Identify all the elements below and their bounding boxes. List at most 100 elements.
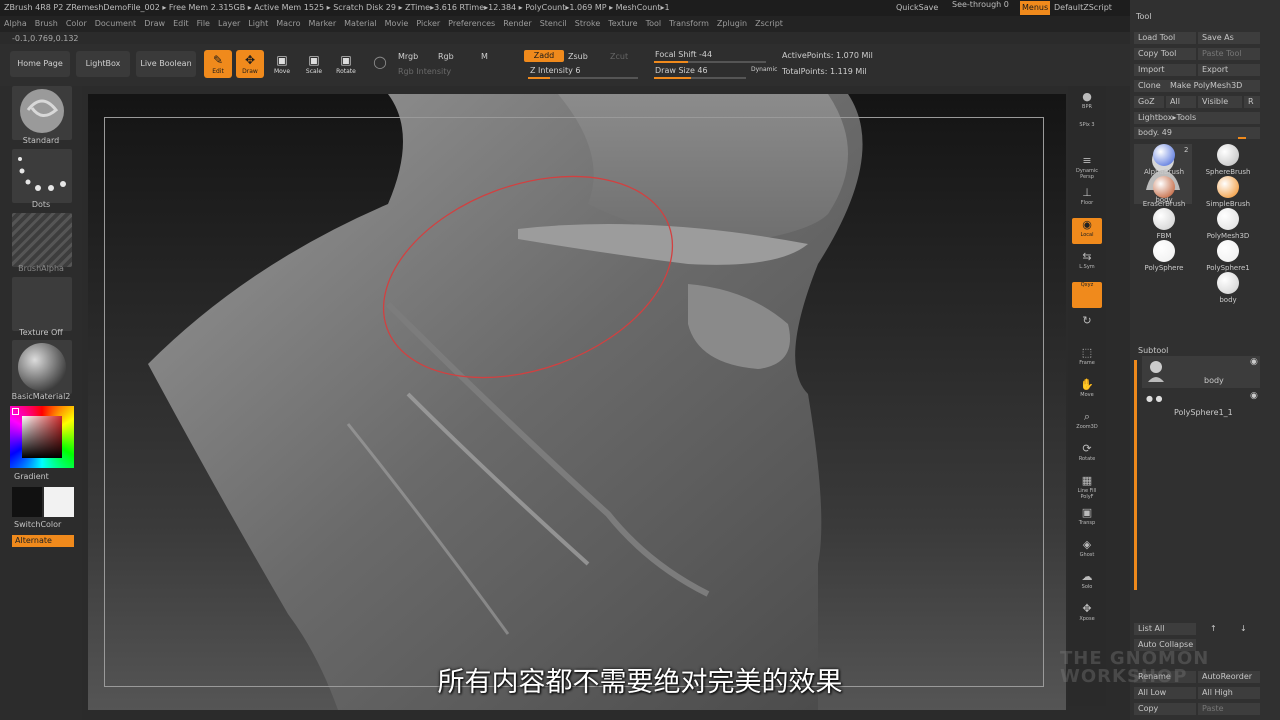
lightbox-tools-button[interactable]: Lightbox▸Tools	[1134, 112, 1260, 124]
menu-stencil[interactable]: Stencil	[540, 16, 567, 32]
make-polymesh-button[interactable]: Make PolyMesh3D	[1166, 80, 1260, 92]
paste-button[interactable]: Paste	[1198, 703, 1260, 715]
draw-size-track[interactable]	[654, 77, 746, 79]
view-button-12[interactable]: ▦ Line Fill PolyF	[1072, 474, 1102, 500]
view-button-10[interactable]: ⌕ Zoom3D	[1072, 410, 1102, 436]
zcut-button[interactable]: Zcut	[610, 52, 628, 61]
copy-tool-button[interactable]: Copy Tool	[1134, 48, 1196, 60]
view-button-1[interactable]: SPix 3	[1072, 122, 1102, 148]
menu-tool[interactable]: Tool	[646, 16, 662, 32]
focal-shift-slider[interactable]: Focal Shift -44	[655, 50, 712, 59]
save-as-button[interactable]: Save As	[1198, 32, 1260, 44]
visible-button[interactable]: Visible	[1198, 96, 1242, 108]
zsub-button[interactable]: Zsub	[568, 52, 588, 61]
quicksave-button[interactable]: QuickSave	[896, 0, 938, 16]
all-high-button[interactable]: All High	[1198, 687, 1260, 699]
menu-alpha[interactable]: Alpha	[4, 16, 27, 32]
material-thumb[interactable]	[12, 340, 72, 394]
import-button[interactable]: Import	[1134, 64, 1196, 76]
live-boolean-button[interactable]: Live Boolean	[136, 51, 196, 77]
z-intensity-slider[interactable]: Z Intensity 6	[530, 66, 580, 75]
mrgb-button[interactable]: Mrgb	[398, 52, 418, 61]
view-button-8[interactable]: ⬚ Frame	[1072, 346, 1102, 372]
switch-color-button[interactable]: SwitchColor	[14, 520, 96, 529]
view-button-7[interactable]: ↻	[1072, 314, 1102, 340]
menu-zscript[interactable]: Zscript	[755, 16, 783, 32]
default-zscript-button[interactable]: DefaultZScript	[1054, 0, 1112, 16]
scale-button[interactable]: ▣ Scale	[300, 50, 328, 78]
main-color-swatch[interactable]	[44, 487, 74, 517]
arrow-down-icon[interactable]: ↓	[1240, 624, 1247, 633]
seethrough-slider[interactable]: See-through 0	[952, 0, 1009, 13]
view-button-11[interactable]: ⟳ Rotate	[1072, 442, 1102, 468]
menu-texture[interactable]: Texture	[608, 16, 637, 32]
view-button-5[interactable]: ⇆ L.Sym	[1072, 250, 1102, 276]
clone-button[interactable]: Clone	[1134, 80, 1166, 92]
list-all-button[interactable]: List All	[1134, 623, 1196, 635]
copy-button[interactable]: Copy	[1134, 703, 1196, 715]
menu-macro[interactable]: Macro	[276, 16, 300, 32]
rotate-button[interactable]: ▣ Rotate	[332, 50, 360, 78]
menu-zplugin[interactable]: Zplugin	[717, 16, 747, 32]
zadd-button[interactable]: Zadd	[524, 50, 564, 62]
menu-brush[interactable]: Brush	[35, 16, 58, 32]
dynamic-button[interactable]: Dynamic	[751, 66, 777, 73]
menu-document[interactable]: Document	[95, 16, 136, 32]
menu-edit[interactable]: Edit	[173, 16, 189, 32]
menu-draw[interactable]: Draw	[144, 16, 165, 32]
tool-item-polysphere1[interactable]: PolySphere1	[1198, 240, 1258, 272]
menu-picker[interactable]: Picker	[416, 16, 440, 32]
menu-render[interactable]: Render	[503, 16, 531, 32]
m-button[interactable]: M	[481, 52, 488, 61]
menu-material[interactable]: Material	[344, 16, 377, 32]
standard-brush-thumb[interactable]	[12, 86, 72, 140]
view-button-0[interactable]: ● BPR	[1072, 90, 1102, 116]
tool-item-body[interactable]: body	[1198, 272, 1258, 304]
tool-item-fbm[interactable]: FBM	[1134, 208, 1194, 240]
tool-item-polymesh3d[interactable]: PolyMesh3D	[1198, 208, 1258, 240]
sphere-icon[interactable]: ○	[366, 52, 394, 80]
lightbox-button[interactable]: LightBox	[76, 51, 130, 77]
texture-thumb[interactable]	[12, 277, 72, 331]
view-button-13[interactable]: ▣ Transp	[1072, 506, 1102, 532]
subtool-header[interactable]: Subtool	[1138, 346, 1168, 355]
view-button-2[interactable]: ≡ Dynamic Persp	[1072, 154, 1102, 180]
subtool-item-polysphere[interactable]: ● ● PolySphere1_1 ◉	[1142, 390, 1260, 420]
tool-item-simplebrush[interactable]: SimpleBrush	[1198, 176, 1258, 208]
menus-button[interactable]: Menus	[1020, 1, 1051, 15]
z-intensity-track[interactable]	[528, 77, 638, 79]
all-button[interactable]: All	[1166, 96, 1196, 108]
color-picker[interactable]	[10, 406, 74, 468]
view-button-9[interactable]: ✋ Move	[1072, 378, 1102, 404]
rgb-button[interactable]: Rgb	[438, 52, 454, 61]
export-button[interactable]: Export	[1198, 64, 1260, 76]
arrow-up-icon[interactable]: ↑	[1210, 624, 1217, 633]
menu-stroke[interactable]: Stroke	[575, 16, 601, 32]
secondary-color-swatch[interactable]	[12, 487, 42, 517]
alternate-button[interactable]: Alternate	[12, 535, 74, 547]
tool-item-eraserbrush[interactable]: EraserBrush	[1134, 176, 1194, 208]
paste-tool-button[interactable]: Paste Tool	[1198, 48, 1260, 60]
r-button[interactable]: R	[1244, 96, 1260, 108]
menu-light[interactable]: Light	[248, 16, 268, 32]
subtool-item-body[interactable]: body ◉	[1142, 356, 1260, 388]
all-low-button[interactable]: All Low	[1134, 687, 1196, 699]
eye-icon[interactable]: ◉	[1250, 391, 1258, 401]
dots-stroke-thumb[interactable]	[12, 149, 72, 203]
eye-icon[interactable]: ◉	[1250, 357, 1258, 367]
subtool-scrollbar[interactable]	[1134, 360, 1137, 590]
menu-color[interactable]: Color	[66, 16, 87, 32]
view-button-6[interactable]: Qxyz	[1072, 282, 1102, 308]
move-button[interactable]: ▣ Move	[268, 50, 296, 78]
draw-button[interactable]: ✥ Draw	[236, 50, 264, 78]
menu-file[interactable]: File	[197, 16, 210, 32]
tool-item-alphabrush[interactable]: AlphaBrush	[1134, 144, 1194, 176]
tool-item-spherebrush[interactable]: SphereBrush	[1198, 144, 1258, 176]
menu-layer[interactable]: Layer	[218, 16, 240, 32]
menu-movie[interactable]: Movie	[385, 16, 409, 32]
menu-transform[interactable]: Transform	[669, 16, 709, 32]
view-button-15[interactable]: ☁ Solo	[1072, 570, 1102, 596]
rgb-intensity-slider[interactable]: Rgb Intensity	[398, 67, 451, 76]
menu-marker[interactable]: Marker	[308, 16, 336, 32]
goz-button[interactable]: GoZ	[1134, 96, 1164, 108]
